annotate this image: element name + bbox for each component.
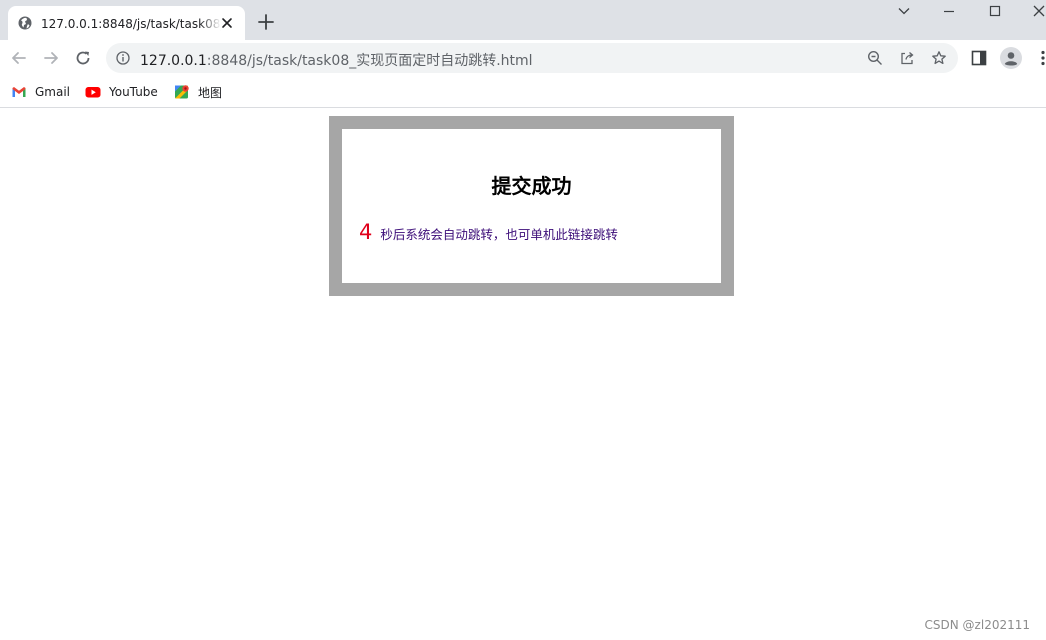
chevron-down-icon[interactable] bbox=[897, 4, 911, 18]
share-icon[interactable] bbox=[899, 50, 915, 66]
bookmarks-bar: Gmail YouTube 地图 bbox=[0, 76, 1046, 108]
countdown-row: 4 秒后系统会自动跳转，也可单机此链接跳转 bbox=[359, 220, 618, 244]
bookmark-gmail[interactable]: Gmail bbox=[11, 83, 70, 101]
tab-title: 127.0.0.1:8848/js/task/task08_实现页面定时自动跳转… bbox=[41, 17, 221, 31]
tab-strip: 127.0.0.1:8848/js/task/task08_实现页面定时自动跳转… bbox=[0, 0, 1046, 40]
watermark: CSDN @zl202111 bbox=[924, 618, 1030, 632]
menu-dots-icon[interactable] bbox=[1034, 49, 1046, 67]
url-path: :8848/js/task/task08_实现页面定时自动跳转.html bbox=[206, 53, 533, 69]
url-host: 127.0.0.1 bbox=[140, 53, 207, 69]
maximize-icon[interactable] bbox=[988, 4, 1002, 18]
minimize-icon[interactable] bbox=[942, 4, 956, 18]
bookmark-maps[interactable]: 地图 bbox=[174, 83, 222, 101]
close-icon[interactable] bbox=[220, 16, 234, 30]
countdown-number: 4 bbox=[359, 220, 373, 244]
url-text: 127.0.0.1:8848/js/task/task08_实现页面定时自动跳转… bbox=[140, 50, 533, 70]
profile-avatar-icon[interactable] bbox=[1000, 47, 1022, 69]
browser-toolbar: 127.0.0.1:8848/js/task/task08_实现页面定时自动跳转… bbox=[0, 40, 1046, 76]
plus-icon[interactable] bbox=[257, 13, 275, 31]
success-card: 提交成功 4 秒后系统会自动跳转，也可单机此链接跳转 bbox=[329, 116, 734, 296]
address-bar[interactable]: 127.0.0.1:8848/js/task/task08_实现页面定时自动跳转… bbox=[106, 43, 958, 73]
gmail-icon bbox=[12, 87, 26, 97]
page-viewport: 提交成功 4 秒后系统会自动跳转，也可单机此链接跳转 CSDN @zl20211… bbox=[0, 109, 1046, 640]
star-icon[interactable] bbox=[931, 50, 947, 66]
redirect-link[interactable]: 秒后系统会自动跳转，也可单机此链接跳转 bbox=[380, 224, 618, 243]
forward-arrow-icon[interactable] bbox=[42, 49, 60, 67]
info-icon[interactable] bbox=[116, 51, 130, 65]
reload-icon[interactable] bbox=[74, 49, 92, 67]
side-panel-icon[interactable] bbox=[970, 49, 988, 67]
page-title: 提交成功 bbox=[491, 174, 572, 198]
globe-icon bbox=[18, 16, 32, 30]
back-arrow-icon[interactable] bbox=[10, 49, 28, 67]
browser-tab[interactable]: 127.0.0.1:8848/js/task/task08_实现页面定时自动跳转… bbox=[8, 6, 245, 40]
bookmark-youtube[interactable]: YouTube bbox=[85, 83, 158, 101]
youtube-icon bbox=[85, 87, 101, 98]
window-close-icon[interactable] bbox=[1032, 4, 1046, 18]
zoom-icon[interactable] bbox=[867, 50, 883, 66]
maps-icon bbox=[175, 85, 189, 99]
